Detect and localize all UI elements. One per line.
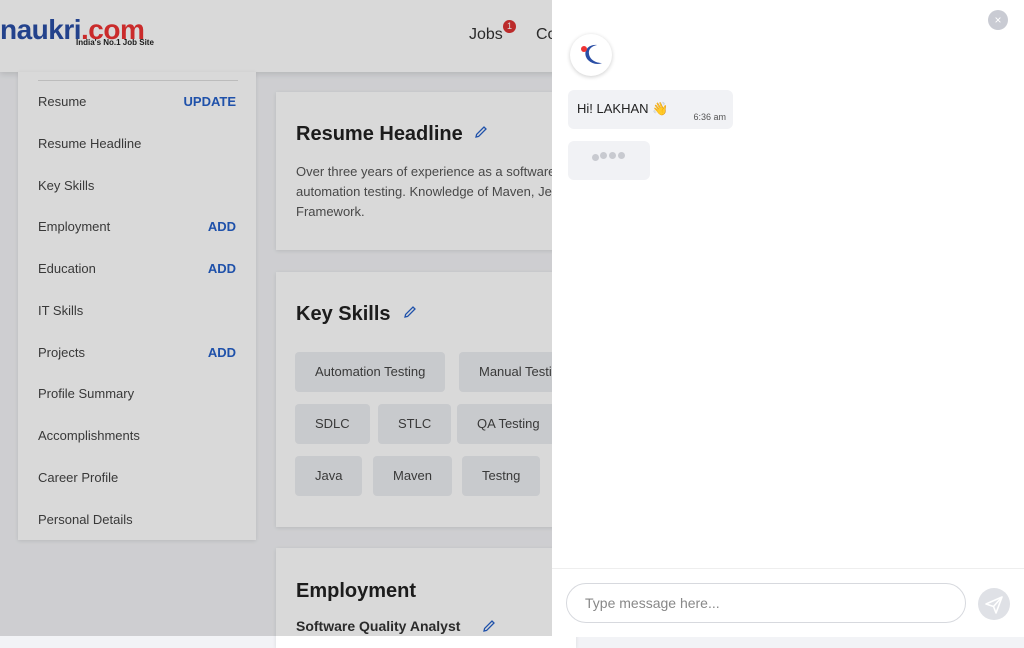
typing-dot bbox=[600, 152, 607, 159]
chat-composer bbox=[552, 568, 1024, 637]
close-icon: × bbox=[994, 13, 1002, 27]
typing-dot bbox=[592, 154, 599, 161]
typing-indicator bbox=[568, 141, 650, 180]
bot-avatar bbox=[570, 34, 612, 76]
message-input[interactable] bbox=[566, 583, 966, 623]
naukri-logo-icon bbox=[581, 44, 602, 64]
close-chat-button[interactable]: × bbox=[988, 10, 1008, 30]
chatbot-panel: × Hi! LAKHAN 👋 6:36 am bbox=[552, 0, 1024, 637]
send-button[interactable] bbox=[978, 588, 1010, 620]
bot-greeting-text: Hi! LAKHAN 👋 bbox=[577, 101, 669, 116]
message-timestamp: 6:36 am bbox=[693, 112, 726, 122]
bot-message-bubble: Hi! LAKHAN 👋 6:36 am bbox=[568, 90, 733, 129]
typing-dot bbox=[618, 152, 625, 159]
typing-dot bbox=[609, 152, 616, 159]
send-icon bbox=[985, 596, 1003, 614]
